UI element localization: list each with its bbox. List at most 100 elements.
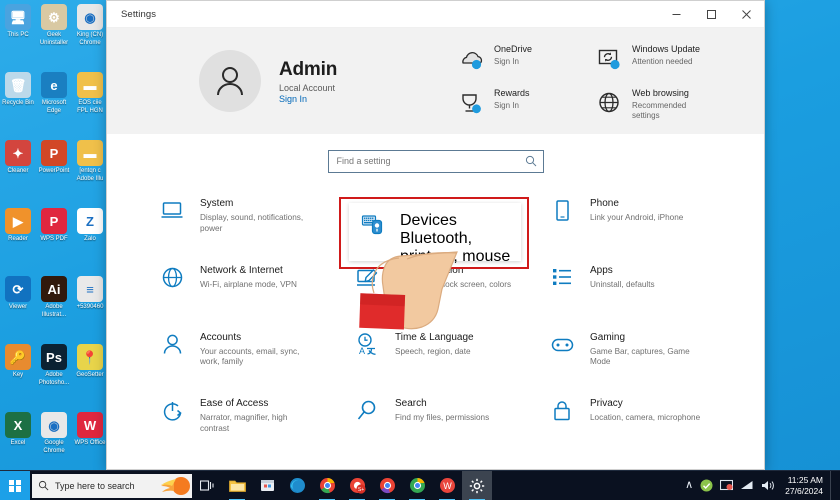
file-explorer-icon[interactable] bbox=[222, 471, 252, 500]
rewards-icon bbox=[459, 90, 485, 116]
phone-icon bbox=[549, 198, 577, 226]
desktop-icon-label: Zalo bbox=[84, 236, 96, 242]
desktop-icon[interactable]: Ai Adobe Illustrat... bbox=[36, 276, 72, 342]
search-input[interactable] bbox=[336, 156, 525, 166]
close-button[interactable] bbox=[729, 1, 764, 28]
clock-time: 11:25 AM bbox=[787, 474, 823, 485]
search-box[interactable] bbox=[327, 149, 544, 173]
folder-icon: ▬ bbox=[77, 140, 103, 166]
desktop-icon-label: Recycle Bin bbox=[2, 100, 34, 106]
volume-icon[interactable] bbox=[761, 479, 775, 492]
account-info: Admin Local Account Sign In bbox=[279, 59, 337, 104]
chrome-alt-icon[interactable] bbox=[372, 471, 402, 500]
settings-tile-privacy[interactable]: Privacy Location, camera, microphone bbox=[549, 392, 736, 459]
settings-taskbar-icon[interactable] bbox=[462, 470, 492, 500]
desktop-icon[interactable]: X Excel bbox=[0, 412, 36, 478]
quicklink-subtitle: Attention needed bbox=[632, 57, 693, 66]
start-button[interactable] bbox=[0, 470, 30, 500]
quicklink-onedrive[interactable]: OneDrive Sign In bbox=[459, 44, 597, 88]
desktop-icon-label: Reader bbox=[8, 236, 28, 242]
desktop-icon[interactable]: P PowerPoint bbox=[36, 140, 72, 206]
tile-name: Ease of Access bbox=[200, 398, 269, 410]
window-controls bbox=[659, 1, 764, 28]
task-view-icon[interactable] bbox=[192, 471, 222, 500]
chrome-profile-icon[interactable]: S+ bbox=[342, 471, 372, 500]
desktop-icon[interactable]: W WPS Office bbox=[72, 412, 108, 478]
desktop-icon[interactable]: ◉ King (CN) Chrome bbox=[72, 4, 108, 70]
apps-icon bbox=[549, 265, 577, 293]
search-icon bbox=[38, 480, 49, 491]
ccleaner-icon: ✦ bbox=[5, 140, 31, 166]
taskbar-search-placeholder: Type here to search bbox=[55, 480, 135, 491]
settings-tile-search[interactable]: Search Find my files, permissions bbox=[354, 392, 541, 459]
settings-tile-apps[interactable]: Apps Uninstall, defaults bbox=[549, 259, 736, 326]
desktop-icon[interactable]: ≡ +5390460 bbox=[72, 276, 108, 342]
account-signin-link[interactable]: Sign In bbox=[279, 94, 337, 104]
quicklink-title: Web browsing bbox=[632, 88, 689, 98]
desktop-icon[interactable]: P WPS PDF bbox=[36, 208, 72, 274]
desktop-icon[interactable]: ▬ [entqn c Adobe Illu bbox=[72, 140, 108, 206]
desktop-icon[interactable]: ⟳ Viewer bbox=[0, 276, 36, 342]
desktop-icon[interactable]: ✦ Cleaner bbox=[0, 140, 36, 206]
taskbar-search-box[interactable]: Type here to search bbox=[32, 473, 192, 498]
chrome-icon: ◉ bbox=[41, 412, 67, 438]
system-icon bbox=[159, 198, 187, 226]
user-avatar[interactable] bbox=[199, 50, 261, 112]
network-icon[interactable] bbox=[740, 479, 754, 492]
desktop-icon[interactable]: e Microsoft Edge bbox=[36, 72, 72, 138]
wps-office-icon[interactable]: W bbox=[432, 471, 462, 500]
desktop-icon-label: +5390460 bbox=[76, 304, 104, 310]
desktop-icon[interactable]: 🔑 Key bbox=[0, 344, 36, 410]
quicklink-title: OneDrive bbox=[494, 44, 533, 54]
chrome-icon[interactable] bbox=[312, 471, 342, 500]
desktop-icon[interactable]: 🖥 This PC bbox=[0, 4, 36, 70]
desktop-icon[interactable]: ⚙ Geek Uninstaller bbox=[36, 4, 72, 70]
privacy-icon bbox=[549, 398, 577, 426]
window-title: Settings bbox=[121, 8, 157, 20]
quicklink-rewards[interactable]: Rewards Sign In bbox=[459, 88, 597, 132]
desktop-icon[interactable]: Z Zalo bbox=[72, 208, 108, 274]
account-username: Admin bbox=[279, 58, 338, 80]
wps-office-icon: W bbox=[77, 412, 103, 438]
settings-tile-ease-of-access[interactable]: Ease of Access Narrator, magnifier, high… bbox=[159, 392, 346, 459]
folder-icon: ▬ bbox=[77, 72, 103, 98]
tile-desc: Wi-Fi, airplane mode, VPN bbox=[200, 279, 297, 289]
chrome-green-icon[interactable] bbox=[402, 471, 432, 500]
desktop-icon[interactable]: ◉ Google Chrome bbox=[36, 412, 72, 478]
show-desktop-button[interactable] bbox=[830, 470, 836, 500]
quicklink-subtitle: Sign In bbox=[494, 101, 519, 110]
minimize-button[interactable] bbox=[659, 1, 694, 28]
desktop-icon[interactable]: 📍 GeoSetter bbox=[72, 344, 108, 410]
microsoft-store-icon[interactable] bbox=[252, 471, 282, 500]
settings-tile-gaming[interactable]: Gaming Game Bar, captures, Game Mode bbox=[549, 326, 736, 393]
display-icon[interactable] bbox=[720, 479, 734, 492]
devices-icon bbox=[361, 212, 387, 243]
desktop-icon-label: Microsoft Edge bbox=[41, 100, 67, 114]
desktop-icon[interactable]: Ps Adobe Photosho... bbox=[36, 344, 72, 410]
show-hidden-icons-button[interactable]: ∧ bbox=[685, 480, 693, 491]
desktop-icon[interactable]: 🗑 Recycle Bin bbox=[0, 72, 36, 138]
settings-tile-accounts[interactable]: Accounts Your accounts, email, sync, wor… bbox=[159, 326, 346, 393]
quicklink-title: Rewards bbox=[494, 88, 530, 98]
quicklink-web-browsing[interactable]: Web browsing Recommended settings bbox=[597, 88, 759, 132]
desktop-icon[interactable]: ▶ Reader bbox=[0, 208, 36, 274]
desktop-icon-label: Google Chrome bbox=[43, 440, 65, 454]
search-settings-icon bbox=[354, 398, 382, 426]
settings-tile-phone[interactable]: Phone Link your Android, iPhone bbox=[549, 192, 736, 259]
desktop-icon-label: Adobe Illustrat... bbox=[41, 304, 67, 318]
settings-tile-network[interactable]: Network & Internet Wi-Fi, airplane mode,… bbox=[159, 259, 346, 326]
quicklink-windows-update[interactable]: Windows Update Attention needed bbox=[597, 44, 759, 88]
tile-name: Search bbox=[395, 398, 427, 410]
settings-tile-system[interactable]: System Display, sound, notifications, po… bbox=[159, 192, 346, 259]
desktop-icon-label: Cleaner bbox=[7, 168, 29, 174]
microsoft-edge-icon[interactable] bbox=[282, 471, 312, 500]
desktop-icon-label: Adobe Photosho... bbox=[38, 372, 70, 386]
tile-desc: Link your Android, iPhone bbox=[590, 213, 684, 222]
desktop-icon-label: King (CN) Chrome bbox=[76, 32, 104, 46]
taskbar-clock[interactable]: 11:25 AM 27/6/2024 bbox=[782, 475, 823, 497]
desktop-icon[interactable]: ▬ EOS ciie FPL HGN bbox=[72, 72, 108, 138]
maximize-button[interactable] bbox=[694, 1, 729, 28]
window-titlebar[interactable]: Settings bbox=[107, 1, 764, 28]
shield-icon[interactable] bbox=[700, 479, 713, 492]
windows-update-icon bbox=[597, 46, 623, 72]
